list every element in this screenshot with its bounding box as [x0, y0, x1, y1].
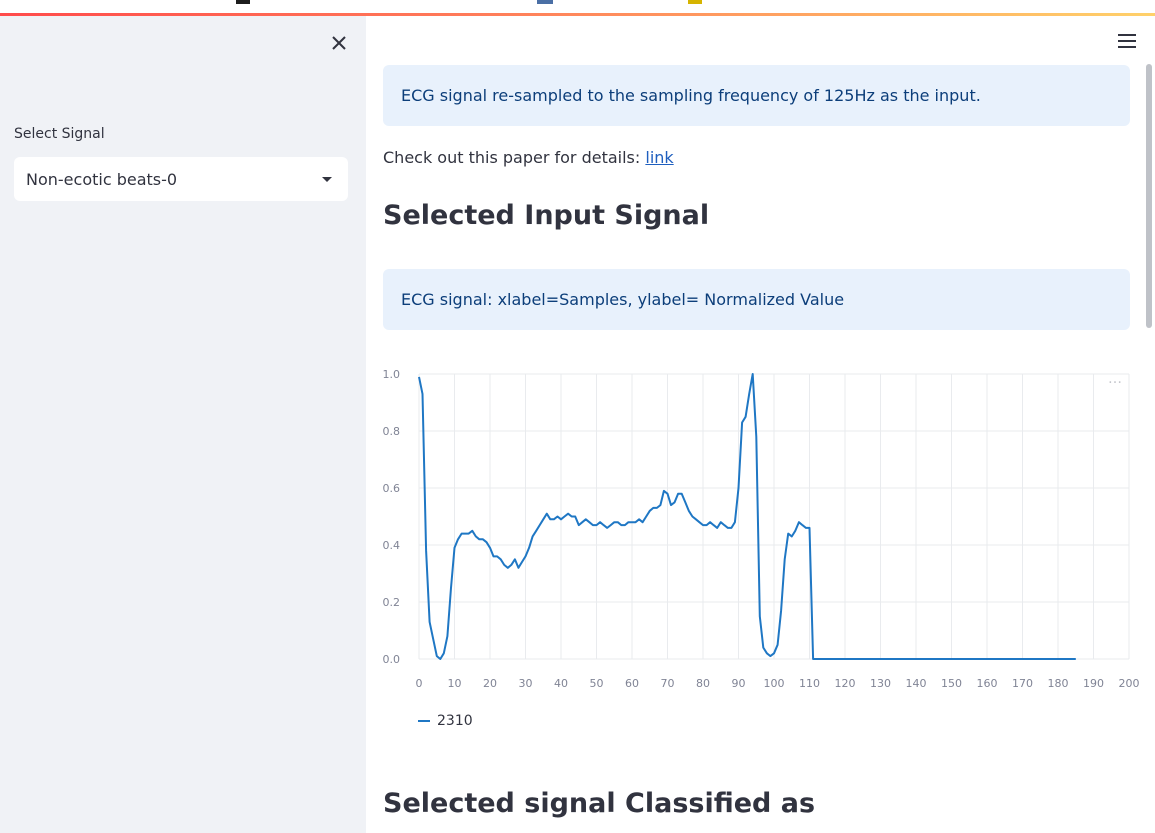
y-tick-label: 0.6	[383, 482, 401, 495]
x-tick-label: 90	[732, 677, 746, 690]
x-tick-label: 30	[519, 677, 533, 690]
legend-swatch	[418, 720, 430, 722]
y-tick-label: 1.0	[383, 368, 401, 381]
chevron-down-icon	[322, 176, 332, 182]
x-tick-label: 120	[835, 677, 856, 690]
x-tick-label: 170	[1012, 677, 1033, 690]
heading-classified: Selected signal Classified as	[383, 788, 816, 819]
paper-line: Check out this paper for details: link	[383, 148, 674, 167]
main-content: ECG signal re-sampled to the sampling fr…	[366, 16, 1155, 833]
y-tick-label: 0.0	[383, 653, 401, 666]
y-tick-label: 0.2	[383, 596, 401, 609]
hamburger-bar	[1118, 46, 1136, 48]
sidebar: Select Signal Non-ecotic beats-0	[0, 16, 366, 833]
ecg-chart: 0 10 20 30 40 50 60 70 80 90 100 110 120 130 140 150 160…	[383, 368, 1140, 690]
tab-fragment	[537, 0, 553, 4]
close-icon	[332, 36, 346, 50]
x-tick-label: 10	[448, 677, 462, 690]
x-tick-label: 70	[661, 677, 675, 690]
x-tick-label: 110	[799, 677, 820, 690]
info-axes-text: ECG signal: xlabel=Samples, ylabel= Norm…	[401, 290, 845, 309]
select-signal-label: Select Signal	[14, 126, 105, 142]
x-tick-label: 140	[906, 677, 927, 690]
x-tick-label: 200	[1119, 677, 1140, 690]
series-line-2310	[418, 373, 1076, 660]
x-tick-label: 180	[1048, 677, 1069, 690]
paper-link[interactable]: link	[645, 148, 673, 167]
y-tick-label: 0.8	[383, 425, 401, 438]
signal-select[interactable]: Non-ecotic beats-0	[14, 157, 348, 201]
x-tick-label: 0	[416, 677, 423, 690]
x-tick-label: 150	[941, 677, 962, 690]
chart-menu-icon: …	[1108, 371, 1122, 387]
scrollbar-thumb[interactable]	[1146, 64, 1152, 328]
hamburger-icon	[1118, 34, 1136, 36]
x-tick-label: 160	[977, 677, 998, 690]
x-tick-label: 190	[1083, 677, 1104, 690]
x-tick-label: 50	[590, 677, 604, 690]
tab-fragment	[688, 0, 702, 4]
main-menu-button[interactable]	[1118, 34, 1136, 50]
chart-legend: 2310	[418, 713, 473, 729]
x-tick-label: 80	[696, 677, 710, 690]
browser-tab-strip	[0, 0, 1155, 16]
hamburger-bar	[1118, 40, 1136, 42]
legend-label: 2310	[437, 713, 473, 729]
info-resample-text: ECG signal re-sampled to the sampling fr…	[401, 86, 981, 105]
y-tick-label: 0.4	[383, 539, 401, 552]
heading-selected-input: Selected Input Signal	[383, 200, 710, 231]
signal-select-value: Non-ecotic beats-0	[26, 169, 178, 189]
x-tick-label: 40	[554, 677, 568, 690]
paper-text: Check out this paper for details:	[383, 148, 646, 167]
x-tick-label: 60	[625, 677, 639, 690]
x-tick-label: 100	[764, 677, 785, 690]
x-tick-label: 20	[483, 677, 497, 690]
tab-fragment	[236, 0, 250, 4]
x-tick-label: 130	[870, 677, 891, 690]
close-sidebar-button[interactable]	[328, 32, 350, 54]
info-axes: ECG signal: xlabel=Samples, ylabel= Norm…	[383, 269, 1130, 330]
info-resample: ECG signal re-sampled to the sampling fr…	[383, 65, 1130, 126]
